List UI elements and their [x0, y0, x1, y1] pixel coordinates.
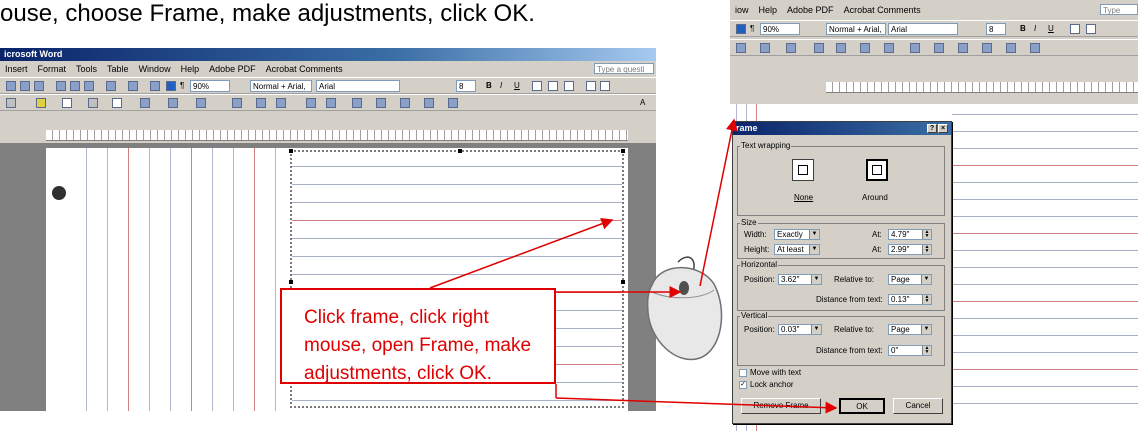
callout-text: Click frame, click right mouse, open Fra… — [304, 307, 532, 384]
arrow-to-ok-button — [555, 397, 838, 414]
instruction-callout: Click frame, click right mouse, open Fra… — [280, 288, 556, 384]
arrow-to-dialog-title — [699, 118, 738, 287]
mouse-icon — [646, 256, 723, 361]
arrow-to-frame — [429, 218, 614, 289]
annotation-overlay — [429, 118, 838, 414]
